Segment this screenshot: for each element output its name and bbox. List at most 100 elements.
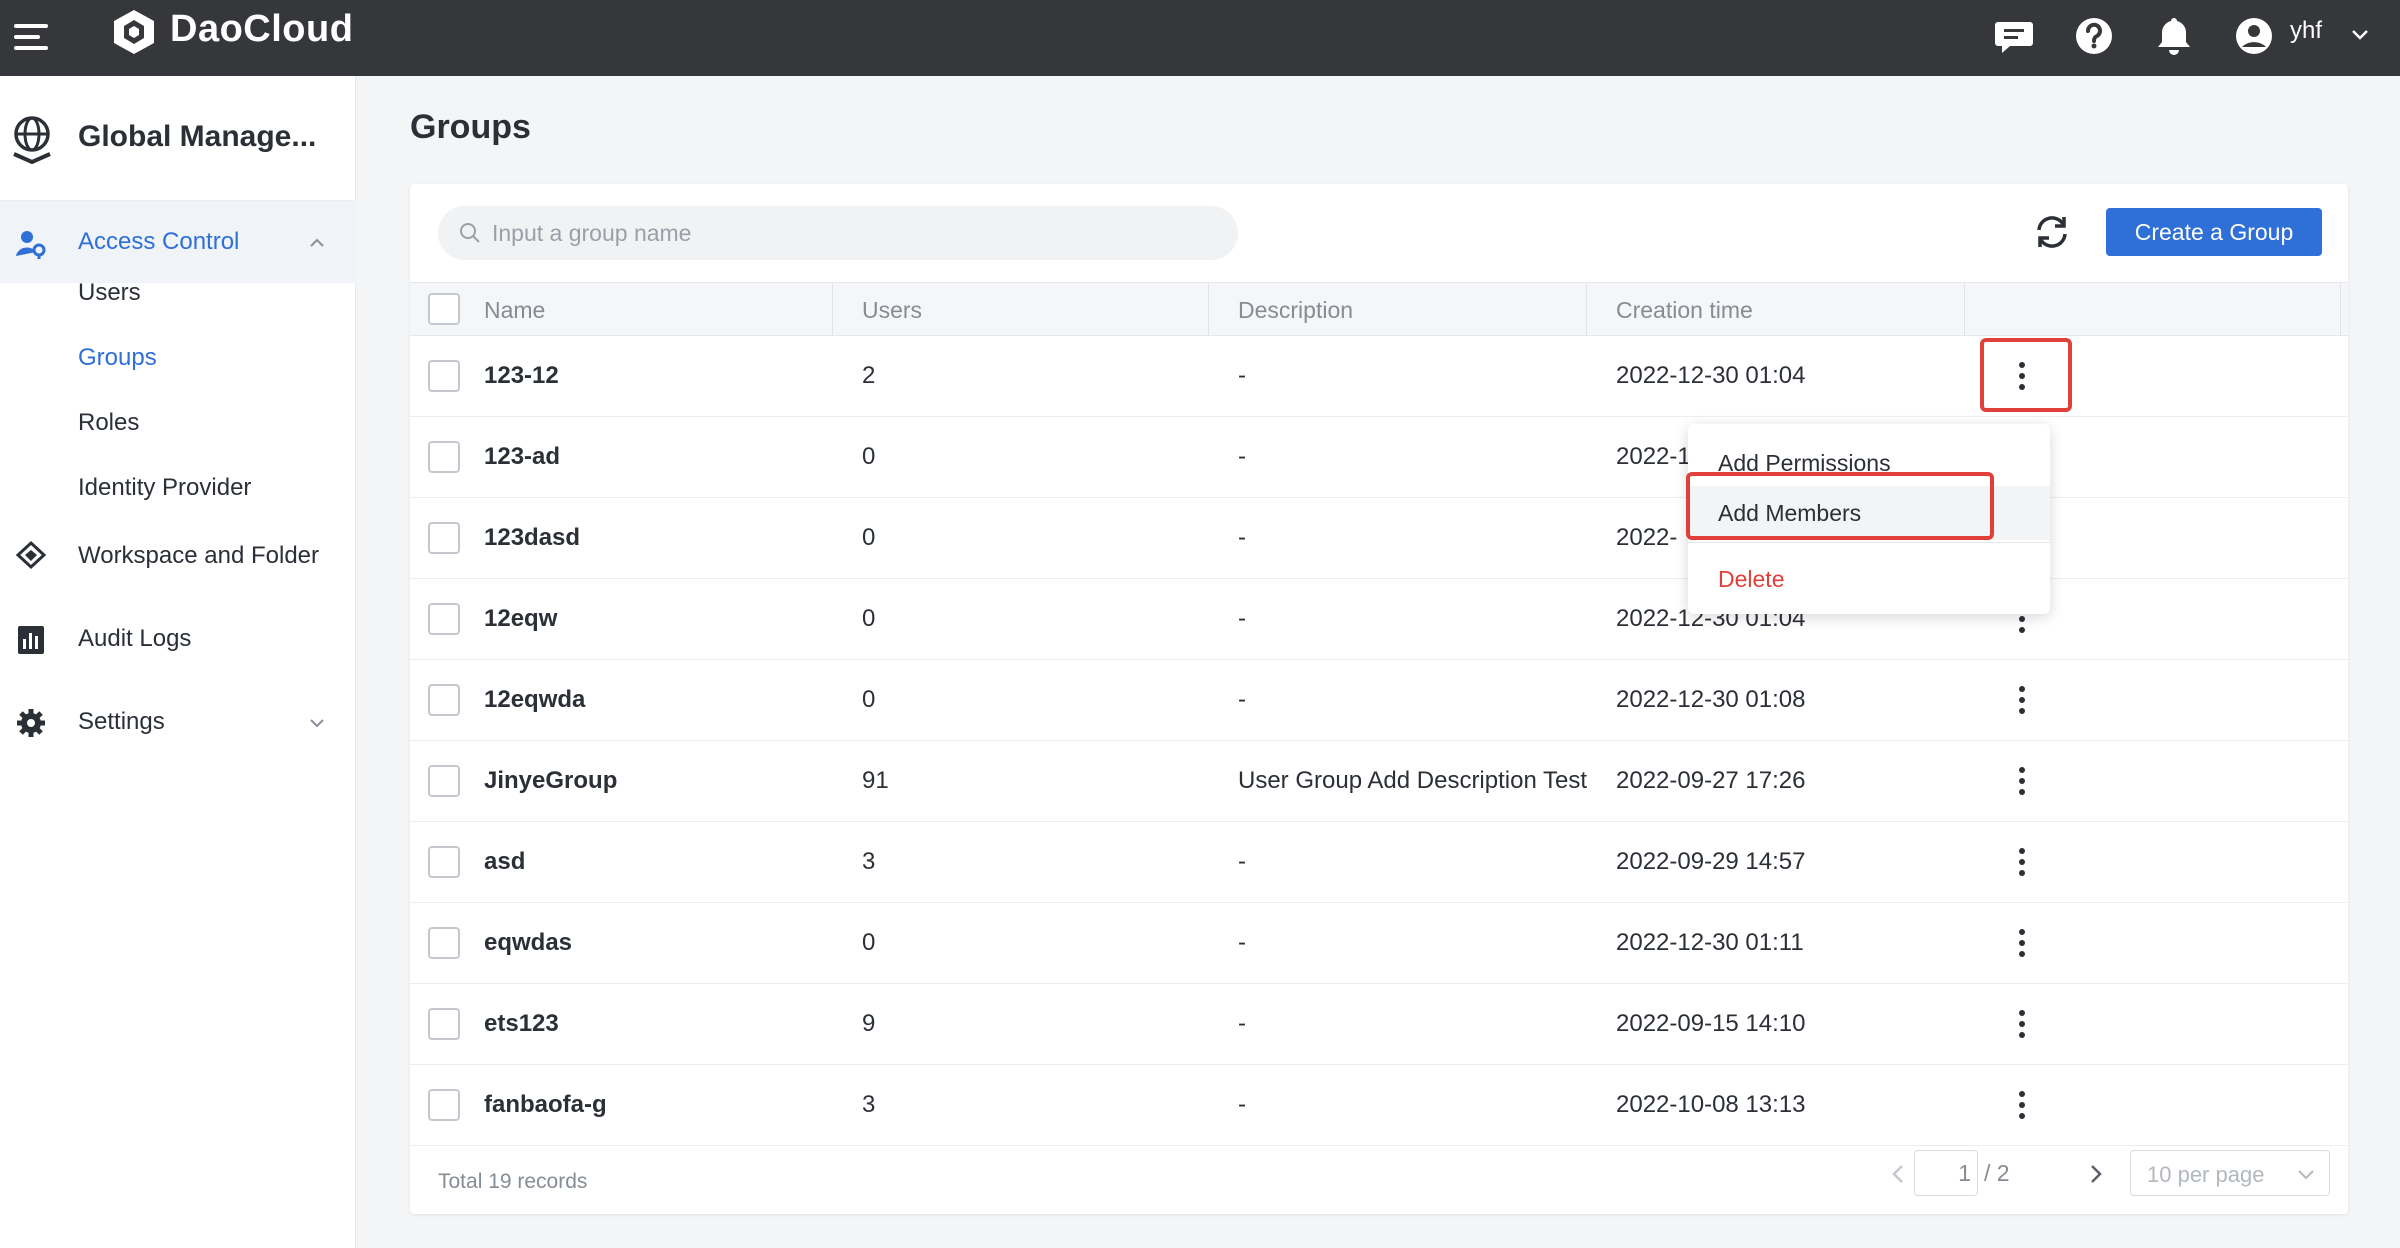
gear-icon xyxy=(17,709,45,737)
chevron-up-icon[interactable] xyxy=(306,232,328,254)
row-checkbox[interactable] xyxy=(428,846,460,878)
search-input[interactable] xyxy=(492,206,1222,260)
group-description: - xyxy=(1238,524,1246,551)
column-separator xyxy=(1586,283,1587,335)
chevron-down-icon xyxy=(2298,1170,2314,1180)
group-description: User Group Add Description Test xyxy=(1238,767,1588,794)
column-separator xyxy=(1208,283,1209,335)
column-header-users[interactable]: Users xyxy=(862,297,922,324)
more-actions-icon[interactable] xyxy=(2000,1002,2044,1046)
more-actions-icon[interactable] xyxy=(2000,354,2044,398)
group-description: - xyxy=(1238,443,1246,470)
menu-item-label: Add Permissions xyxy=(1718,450,1891,476)
group-description: - xyxy=(1238,1091,1246,1118)
sidebar-item-label: Settings xyxy=(78,708,165,735)
table-row: 12eqw 0 - 2022-12-30 01:04 xyxy=(410,579,2348,660)
row-checkbox[interactable] xyxy=(428,441,460,473)
group-name[interactable]: JinyeGroup xyxy=(484,767,617,795)
sidebar-sub-item-identity-provider[interactable]: Identity Provider xyxy=(78,474,251,502)
username[interactable]: yhf xyxy=(2290,17,2322,45)
column-header-name[interactable]: Name xyxy=(484,297,545,324)
group-users: 0 xyxy=(862,443,876,470)
row-checkbox[interactable] xyxy=(428,360,460,392)
per-page-select[interactable]: 10 per page xyxy=(2130,1150,2330,1196)
more-actions-icon[interactable] xyxy=(2000,1083,2044,1127)
sidebar-sub-item-roles[interactable]: Roles xyxy=(78,409,139,437)
sidebar-sub-item-users[interactable]: Users xyxy=(78,279,141,307)
group-name[interactable]: eqwdas xyxy=(484,929,572,957)
menu-item-add-members[interactable]: Add Members xyxy=(1688,486,2050,540)
column-header-creation-time[interactable]: Creation time xyxy=(1616,297,1753,324)
user-avatar-icon[interactable] xyxy=(2230,12,2278,60)
group-users: 2 xyxy=(862,362,876,389)
group-creation-time: 2022-10-08 13:13 xyxy=(1616,1091,1806,1118)
table-row: asd 3 - 2022-09-29 14:57 xyxy=(410,822,2348,903)
user-key-icon xyxy=(16,231,46,259)
search-box xyxy=(438,206,1238,260)
workspace-icon xyxy=(15,540,47,570)
audit-log-icon xyxy=(18,626,44,654)
menu-divider xyxy=(1688,542,2050,543)
page-count: / 2 xyxy=(1984,1160,2010,1186)
sidebar-item-audit-logs[interactable]: Audit Logs xyxy=(0,609,356,669)
group-description: - xyxy=(1238,605,1246,632)
bell-icon[interactable] xyxy=(2150,12,2198,60)
chevron-down-icon[interactable] xyxy=(306,712,328,734)
table-row: 123-ad 0 - 2022-1 xyxy=(410,417,2348,498)
help-icon[interactable] xyxy=(2070,12,2118,60)
more-actions-icon[interactable] xyxy=(2000,759,2044,803)
group-users: 3 xyxy=(862,1091,876,1118)
group-description: - xyxy=(1238,848,1246,875)
select-all-checkbox[interactable] xyxy=(428,293,460,325)
hamburger-menu-icon[interactable] xyxy=(14,18,48,56)
row-checkbox[interactable] xyxy=(428,1008,460,1040)
group-description: - xyxy=(1238,362,1246,389)
more-actions-icon[interactable] xyxy=(2000,921,2044,965)
chevron-down-icon[interactable] xyxy=(2348,22,2372,46)
next-page-icon[interactable] xyxy=(2080,1154,2112,1194)
group-creation-time: 2022-09-15 14:10 xyxy=(1616,1010,1806,1037)
group-name[interactable]: 12eqw xyxy=(484,605,557,633)
page-title: Groups xyxy=(410,108,531,146)
table-row: 12eqwda 0 - 2022-12-30 01:08 xyxy=(410,660,2348,741)
group-users: 0 xyxy=(862,524,876,551)
group-name[interactable]: 123-ad xyxy=(484,443,560,471)
message-icon[interactable] xyxy=(1990,12,2038,60)
module-title[interactable]: Global Manage... xyxy=(78,120,316,154)
prev-page-icon[interactable] xyxy=(1882,1154,1914,1194)
row-checkbox[interactable] xyxy=(428,1089,460,1121)
more-actions-icon[interactable] xyxy=(2000,840,2044,884)
group-users: 91 xyxy=(862,767,889,794)
column-header-description[interactable]: Description xyxy=(1238,297,1353,324)
group-name[interactable]: 123dasd xyxy=(484,524,580,552)
sidebar-item-workspace[interactable]: Workspace and Folder xyxy=(0,526,356,586)
group-users: 0 xyxy=(862,686,876,713)
column-separator xyxy=(2340,283,2341,335)
menu-item-add-permissions[interactable]: Add Permissions xyxy=(1688,436,2050,490)
group-users: 0 xyxy=(862,605,876,632)
sidebar-sub-item-groups[interactable]: Groups xyxy=(78,344,157,372)
row-checkbox[interactable] xyxy=(428,522,460,554)
menu-item-delete[interactable]: Delete xyxy=(1688,552,2050,606)
group-creation-time: 2022-1 xyxy=(1616,443,1691,470)
sidebar-item-label: Workspace and Folder xyxy=(78,542,320,569)
sidebar-item-access-control[interactable]: Access Control xyxy=(0,212,356,272)
row-checkbox[interactable] xyxy=(428,603,460,635)
group-name[interactable]: asd xyxy=(484,848,525,876)
row-checkbox[interactable] xyxy=(428,765,460,797)
row-checkbox[interactable] xyxy=(428,927,460,959)
table-row: eqwdas 0 - 2022-12-30 01:11 xyxy=(410,903,2348,984)
daocloud-logo-icon xyxy=(114,10,154,54)
group-name[interactable]: ets123 xyxy=(484,1010,559,1038)
sidebar-item-label: Access Control xyxy=(78,228,240,255)
create-group-button[interactable]: Create a Group xyxy=(2106,208,2322,256)
group-users: 0 xyxy=(862,929,876,956)
sidebar-item-settings[interactable]: Settings xyxy=(0,692,356,752)
refresh-icon[interactable] xyxy=(2030,210,2074,254)
group-name[interactable]: 123-12 xyxy=(484,362,559,390)
row-checkbox[interactable] xyxy=(428,684,460,716)
more-actions-icon[interactable] xyxy=(2000,678,2044,722)
group-name[interactable]: 12eqwda xyxy=(484,686,585,714)
group-name[interactable]: fanbaofa-g xyxy=(484,1091,607,1119)
page-number-input[interactable] xyxy=(1914,1150,1978,1196)
